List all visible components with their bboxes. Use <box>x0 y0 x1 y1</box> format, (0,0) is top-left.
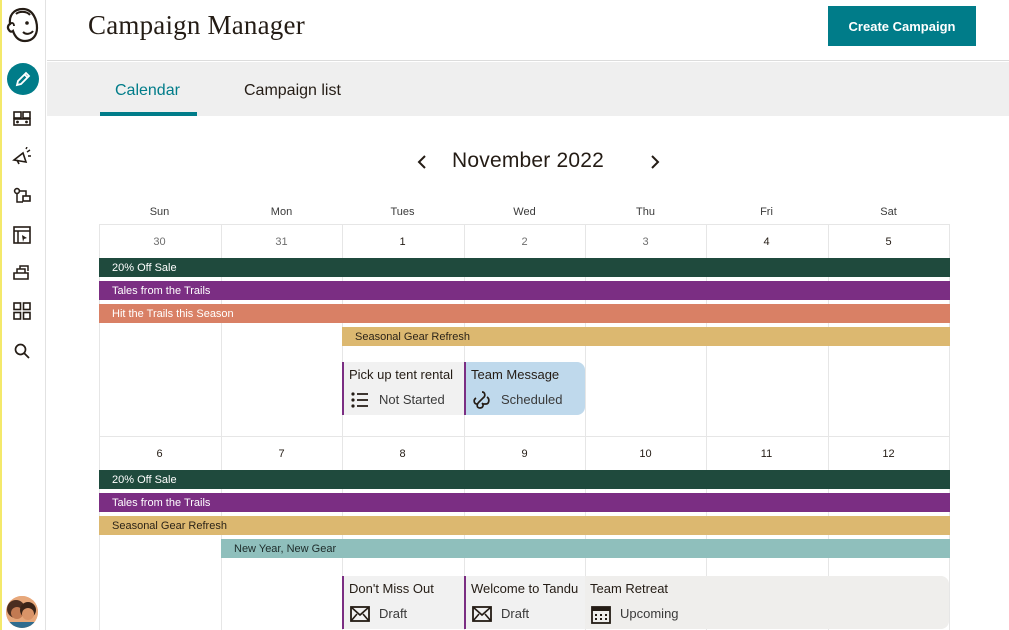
weekday-mon: Mon <box>270 206 293 218</box>
day-number[interactable]: 8 <box>342 448 463 460</box>
envelope-icon <box>471 603 493 625</box>
weekday-thu: Thu <box>636 206 655 218</box>
card-status: Draft <box>379 606 408 621</box>
day-number[interactable]: 3 <box>585 236 706 248</box>
content-icon[interactable] <box>8 259 36 287</box>
campaign-card[interactable]: Team Retreat Upcoming <box>585 576 949 629</box>
search-icon[interactable] <box>8 337 36 365</box>
avatar[interactable] <box>6 596 38 628</box>
campaign-card[interactable]: Welcome to Tandu Draft <box>464 576 585 629</box>
card-status: Scheduled <box>501 392 563 407</box>
month-label: November 2022 <box>452 149 605 172</box>
tab-campaign-list[interactable]: Campaign list <box>244 82 341 100</box>
tab-bar: Calendar Campaign list <box>47 62 1009 116</box>
create-campaign-button[interactable]: Create Campaign <box>828 6 976 46</box>
day-number[interactable]: 5 <box>828 236 949 248</box>
audience-icon[interactable] <box>8 104 36 132</box>
website-icon[interactable] <box>8 221 36 249</box>
pencil-icon[interactable] <box>7 63 39 95</box>
card-title: Pick up tent rental <box>349 367 454 382</box>
card-title: Team Message <box>471 367 560 382</box>
chevron-right-icon[interactable] <box>645 150 665 174</box>
grid-icon[interactable] <box>8 297 36 325</box>
weekday-tues: Tues <box>390 206 415 218</box>
rail-edge-highlight <box>0 0 2 630</box>
page-title: Campaign Manager <box>88 10 305 40</box>
envelope-icon <box>349 603 371 625</box>
campaign-bar[interactable]: Seasonal Gear Refresh <box>342 327 950 346</box>
day-number[interactable]: 10 <box>585 448 706 460</box>
card-status: Draft <box>501 606 530 621</box>
active-tab-indicator <box>100 112 197 116</box>
campaign-bar[interactable]: Seasonal Gear Refresh <box>99 516 950 535</box>
card-title: Welcome to Tandu <box>471 581 579 596</box>
list-icon <box>349 389 371 411</box>
sms-icon <box>471 389 493 411</box>
automation-icon[interactable] <box>8 182 36 210</box>
card-title: Don't Miss Out <box>349 581 434 596</box>
campaign-card[interactable]: Don't Miss Out Draft <box>342 576 464 629</box>
campaign-card[interactable]: Pick up tent rental Not Started <box>342 362 464 415</box>
day-number[interactable]: 11 <box>706 448 827 460</box>
campaign-bar[interactable]: New Year, New Gear <box>221 539 950 558</box>
campaign-bar[interactable]: Hit the Trails this Season <box>99 304 950 323</box>
day-number[interactable]: 6 <box>99 448 220 460</box>
card-status: Upcoming <box>620 606 679 621</box>
campaign-bar[interactable]: 20% Off Sale <box>99 258 950 277</box>
day-number[interactable]: 31 <box>221 236 342 248</box>
campaign-bar[interactable]: 20% Off Sale <box>99 470 950 489</box>
card-status: Not Started <box>379 392 445 407</box>
nav-rail <box>0 0 46 630</box>
day-number[interactable]: 12 <box>828 448 949 460</box>
chevron-left-icon[interactable] <box>412 150 432 174</box>
weekday-sat: Sat <box>880 206 897 218</box>
day-number[interactable]: 1 <box>342 236 463 248</box>
weekday-wed: Wed <box>513 206 536 218</box>
card-title: Team Retreat <box>590 581 669 596</box>
weekday-sun: Sun <box>149 206 170 218</box>
campaign-bar[interactable]: Tales from the Trails <box>99 281 950 300</box>
page-header: Campaign Manager Create Campaign <box>47 0 1009 61</box>
tab-calendar[interactable]: Calendar <box>115 82 180 100</box>
month-navigation: November 2022 <box>0 148 1009 178</box>
grid-line <box>99 224 950 225</box>
day-number[interactable]: 7 <box>221 448 342 460</box>
grid-line <box>99 436 950 437</box>
calendar-icon <box>590 603 612 625</box>
day-number[interactable]: 30 <box>99 236 220 248</box>
day-number[interactable]: 4 <box>706 236 827 248</box>
app: Campaign Manager Create Campaign Calenda… <box>0 0 1009 630</box>
campaign-card[interactable]: Team Message Scheduled <box>464 362 585 415</box>
day-number[interactable]: 9 <box>464 448 585 460</box>
campaign-bar[interactable]: Tales from the Trails <box>99 493 950 512</box>
mailchimp-logo-icon[interactable] <box>5 5 41 45</box>
day-number[interactable]: 2 <box>464 236 585 248</box>
weekday-fri: Fri <box>760 206 773 218</box>
